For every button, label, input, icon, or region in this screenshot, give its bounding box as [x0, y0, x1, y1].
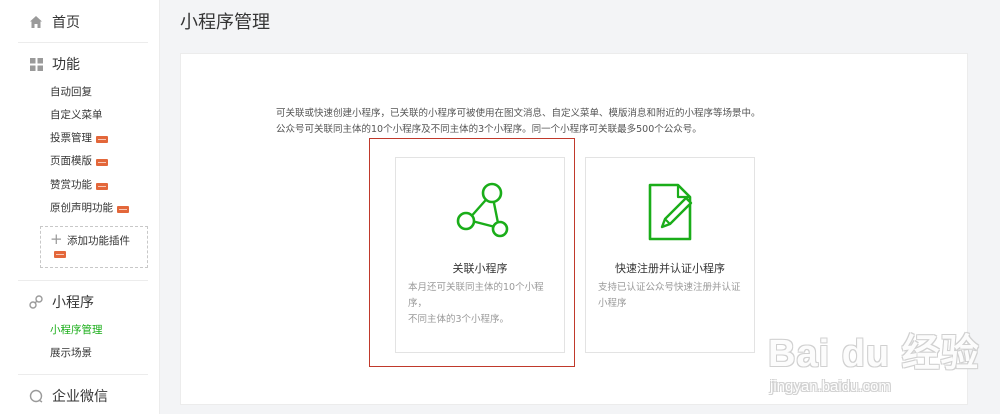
sidebar-item-custom-menu[interactable]: 自定义菜单 — [50, 107, 103, 123]
baidu-jingyan-watermark: Bai du 经验 jingyan.baidu.com — [760, 320, 996, 412]
add-plugin-button[interactable]: + 添加功能插件 — [40, 226, 148, 268]
description-line: 可关联或快速创建小程序，已关联的小程序可被使用在图文消息、自定义菜单、模版消息和… — [276, 108, 761, 119]
description: 可关联或快速创建小程序，已关联的小程序可被使用在图文消息、自定义菜单、模版消息和… — [276, 106, 761, 138]
chat-bubble-icon — [28, 388, 44, 404]
nav-wework-label: 企业微信 — [52, 389, 108, 405]
sidebar-item-reward[interactable]: 赞赏功能 — [50, 177, 108, 193]
register-mini-program-card[interactable]: 快速注册并认证小程序 支持已认证公众号快速注册并认证 小程序 — [585, 157, 755, 353]
card-description-line: 不同主体的3个小程序。 — [408, 314, 510, 325]
sidebar-item-label: 自定义菜单 — [50, 109, 103, 121]
home-icon — [28, 14, 44, 30]
sidebar-item-label: 投票管理 — [50, 132, 92, 144]
sidebar-item-original-claim[interactable]: 原创声明功能 — [50, 200, 129, 216]
page-title: 小程序管理 — [180, 12, 270, 33]
sidebar-item-label: 页面模版 — [50, 155, 92, 167]
card-description: 支持已认证公众号快速注册并认证 小程序 — [598, 280, 744, 312]
nav-features-label: 功能 — [52, 57, 80, 73]
nav-divider — [18, 374, 148, 375]
new-badge — [96, 135, 108, 143]
card-description-line: 本月还可关联同主体的10个小程序， — [408, 282, 544, 309]
nav-wework: 企业微信 — [0, 382, 160, 410]
card-description-line: 小程序 — [598, 298, 627, 309]
card-title: 快速注册并认证小程序 — [615, 262, 725, 275]
nav-mini-program-head[interactable]: 小程序 — [0, 288, 160, 316]
sidebar-item-label: 自动回复 — [50, 86, 92, 98]
link-mini-program-card[interactable]: 关联小程序 本月还可关联同主体的10个小程序， 不同主体的3个小程序。 — [395, 157, 565, 353]
share-nodes-icon — [396, 173, 564, 253]
add-plugin-label: 添加功能插件 — [67, 235, 130, 247]
description-line: 公众号可关联同主体的10个小程序及不同主体的3个小程序。同一个小程序可关联最多5… — [276, 124, 702, 135]
new-badge — [54, 251, 66, 258]
nav-mini-program: 小程序 — [0, 288, 160, 316]
card-title: 关联小程序 — [452, 262, 508, 275]
new-badge — [96, 158, 108, 166]
grid-icon — [28, 56, 44, 72]
nav-home[interactable]: 首页 — [0, 8, 160, 36]
sidebar-item-page-template[interactable]: 页面模版 — [50, 153, 108, 169]
nav-features: 功能 — [0, 50, 160, 78]
nav-mini-program-label: 小程序 — [52, 295, 94, 311]
watermark-brand: Bai du 经验 — [768, 333, 980, 375]
nav-home-head[interactable]: 首页 — [0, 8, 160, 36]
watermark-url: jingyan.baidu.com — [770, 378, 891, 395]
nav-divider — [18, 280, 148, 281]
sidebar-item-label: 展示场景 — [50, 347, 92, 359]
card-description-line: 支持已认证公众号快速注册并认证 — [598, 282, 741, 293]
nav-divider — [18, 42, 148, 43]
sidebar-item-vote[interactable]: 投票管理 — [50, 130, 108, 146]
link-icon — [28, 294, 44, 310]
nav-features-head[interactable]: 功能 — [0, 50, 160, 78]
sidebar-item-label: 赞赏功能 — [50, 179, 92, 191]
sidebar-item-mini-program-manage[interactable]: 小程序管理 — [50, 322, 103, 338]
sidebar-item-display-scene[interactable]: 展示场景 — [50, 345, 92, 361]
nav-wework-head[interactable]: 企业微信 — [0, 382, 160, 410]
sidebar-item-auto-reply[interactable]: 自动回复 — [50, 84, 92, 100]
new-badge — [117, 205, 129, 213]
new-badge — [96, 182, 108, 190]
sidebar: 首页 功能 自动回复 自定义菜单 投票管理 页面模版 赞赏功能 原创声明功能 +… — [0, 0, 160, 414]
sidebar-item-label: 原创声明功能 — [50, 202, 113, 214]
document-pen-icon — [586, 173, 754, 253]
plus-icon: + — [50, 230, 63, 248]
sidebar-item-label: 小程序管理 — [50, 324, 103, 336]
card-description: 本月还可关联同主体的10个小程序， 不同主体的3个小程序。 — [408, 280, 554, 328]
nav-home-label: 首页 — [52, 15, 80, 31]
